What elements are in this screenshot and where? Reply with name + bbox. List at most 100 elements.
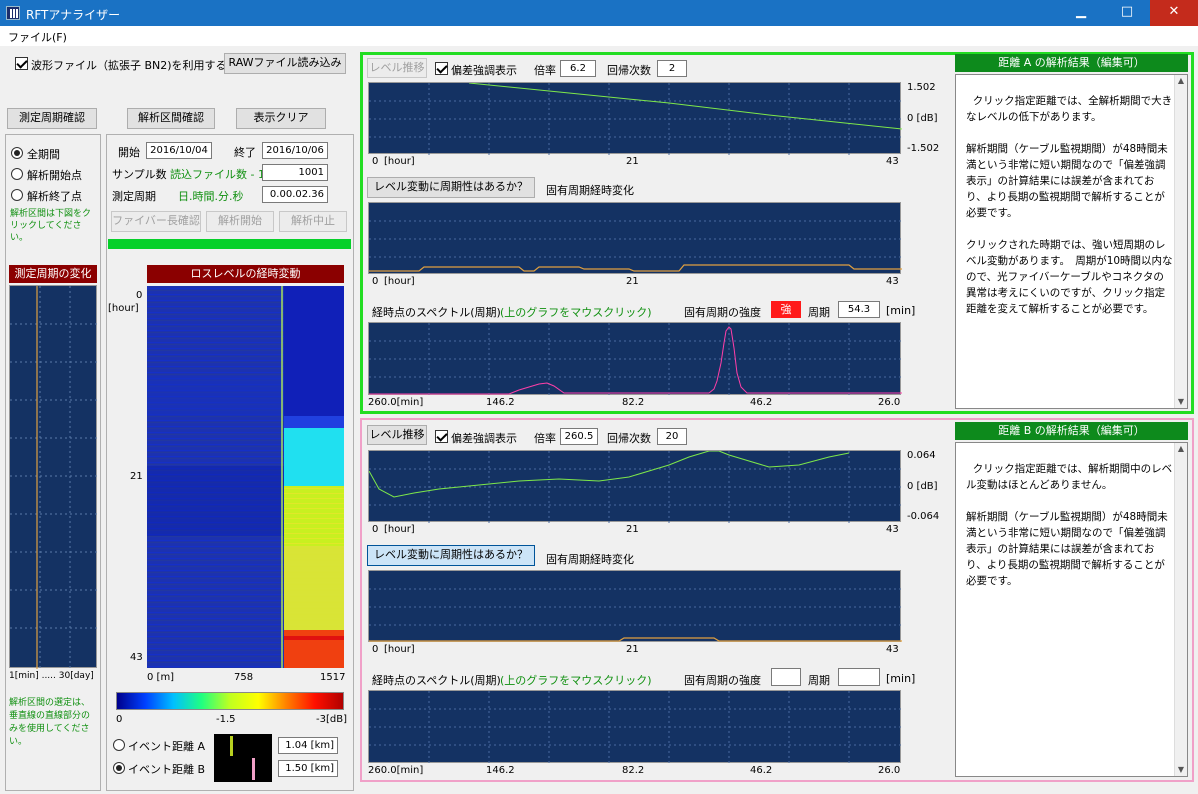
radio-start-label: 解析開始点 bbox=[27, 169, 82, 182]
a-periodic-button[interactable]: レベル変動に周期性はあるか？ bbox=[367, 177, 535, 198]
a-result-textarea[interactable]: クリック指定距離では、全解析期間で大きなレベルの低下があります。 解析期間（ケー… bbox=[955, 74, 1188, 409]
scroll-down-icon[interactable]: ▼ bbox=[1175, 396, 1187, 408]
start-date-field[interactable]: 2016/10/04 bbox=[146, 142, 212, 159]
app-icon bbox=[6, 6, 20, 20]
b-periodic-button[interactable]: レベル変動に周期性はあるか？ bbox=[367, 545, 535, 566]
event-b-value[interactable]: 1.50 [km] bbox=[278, 760, 338, 777]
a-reg-field[interactable]: 2 bbox=[657, 60, 687, 77]
b-spectrum-svg bbox=[369, 691, 902, 764]
a-spectrum-line bbox=[369, 326, 902, 395]
b-emph-label: 偏差強調表示 bbox=[451, 432, 517, 445]
b-mag-label: 倍率 bbox=[534, 432, 556, 445]
b-period-unit: [min] bbox=[886, 672, 916, 685]
heatmap-ytick-21: 21 bbox=[130, 471, 143, 482]
use-waveform-checkbox[interactable] bbox=[15, 57, 28, 70]
a-spectrum-plot[interactable] bbox=[368, 322, 902, 396]
a-spec-note: (上のグラフをマウスクリック) bbox=[500, 306, 652, 319]
analysis-confirm-button[interactable]: 解析区間確認 bbox=[127, 108, 215, 129]
a-result-scrollbar[interactable]: ▲ ▼ bbox=[1174, 75, 1187, 408]
b-strength-field[interactable] bbox=[771, 668, 801, 686]
title-bar: RFTアナライザー ▁ □ ✕ bbox=[0, 0, 1198, 26]
scroll-down-icon[interactable]: ▼ bbox=[1175, 764, 1187, 776]
b-period-field[interactable] bbox=[838, 668, 880, 686]
period-field[interactable]: 0.00.02.36 bbox=[262, 186, 328, 203]
a-spec-label: 経時点のスペクトル(周期) bbox=[372, 306, 501, 319]
a-emph-label: 偏差強調表示 bbox=[451, 64, 517, 77]
b-strength-label: 固有周期の強度 bbox=[684, 674, 761, 687]
radio-start[interactable] bbox=[11, 168, 23, 180]
cycle-header: 測定周期の変化 bbox=[9, 265, 97, 283]
progress-bar bbox=[108, 239, 351, 249]
event-a-value[interactable]: 1.04 [km] bbox=[278, 737, 338, 754]
b-xunit: [hour] bbox=[384, 524, 415, 535]
a-sx-2: 82.2 bbox=[622, 397, 645, 408]
analyze-stop-button[interactable]: 解析中止 bbox=[279, 211, 347, 232]
b-spectrum-plot[interactable] bbox=[368, 690, 902, 764]
b-mag-field[interactable]: 260.5 bbox=[560, 428, 598, 445]
a-sx-0: 260.0[min] bbox=[368, 397, 424, 408]
b-x0: 0 bbox=[372, 524, 379, 535]
b-result-text: クリック指定距離では、解析期間中のレベル変動はほとんどありません。 解析期間（ケ… bbox=[966, 463, 1173, 587]
b-reg-field[interactable]: 20 bbox=[657, 428, 687, 445]
b-result-textarea[interactable]: クリック指定距離では、解析期間中のレベル変動はほとんどありません。 解析期間（ケ… bbox=[955, 442, 1188, 777]
a-emph-checkbox[interactable] bbox=[435, 62, 448, 75]
event-preview bbox=[214, 734, 272, 782]
b-pxunit: [hour] bbox=[384, 644, 415, 655]
samples-field[interactable]: 1001 bbox=[262, 164, 328, 181]
a-x21: 21 bbox=[626, 156, 639, 167]
a-strength-badge: 強 bbox=[771, 301, 801, 318]
close-button[interactable]: ✕ bbox=[1150, 0, 1198, 26]
raw-read-button[interactable]: RAWファイル読み込み bbox=[224, 53, 346, 74]
a-mag-label: 倍率 bbox=[534, 64, 556, 77]
b-emph-checkbox[interactable] bbox=[435, 430, 448, 443]
samples-note: 読込ファイル数 - 1 bbox=[170, 168, 265, 181]
event-a-label: イベント距離 A bbox=[128, 740, 206, 753]
a-ybot: -1.502 bbox=[907, 143, 940, 154]
b-trend-plot[interactable] bbox=[368, 450, 902, 523]
a-trend-plot[interactable] bbox=[368, 82, 902, 155]
a-level-button[interactable]: レベル推移 bbox=[367, 58, 427, 78]
minimize-button[interactable]: ▁ bbox=[1058, 0, 1104, 26]
heatmap-xtick-758: 758 bbox=[234, 672, 254, 683]
cycle-plot[interactable] bbox=[9, 285, 98, 669]
scroll-up-icon[interactable]: ▲ bbox=[1175, 75, 1187, 87]
heatmap[interactable] bbox=[147, 286, 344, 668]
b-periodic-plot[interactable] bbox=[368, 570, 902, 642]
event-a-radio[interactable] bbox=[113, 739, 125, 751]
b-result-scrollbar[interactable]: ▲ ▼ bbox=[1174, 443, 1187, 776]
b-spec-note: (上のグラフをマウスクリック) bbox=[500, 674, 652, 687]
scroll-up-icon[interactable]: ▲ bbox=[1175, 443, 1187, 455]
a-ymid: 0 [dB] bbox=[907, 113, 938, 124]
radio-all[interactable] bbox=[11, 147, 23, 159]
measure-confirm-button[interactable]: 測定周期確認 bbox=[7, 108, 97, 129]
a-period-field[interactable]: 54.3 bbox=[838, 301, 880, 318]
a-xunit: [hour] bbox=[384, 156, 415, 167]
b-sx-3: 46.2 bbox=[750, 765, 773, 776]
menu-bar: ファイル(F) bbox=[0, 26, 1198, 46]
a-trend-line bbox=[468, 83, 902, 130]
selection-note: 解析区間の選定は、垂直線の直線部分のみを使用してください。 bbox=[9, 698, 91, 747]
end-date-field[interactable]: 2016/10/06 bbox=[262, 142, 328, 159]
fiber-length-button[interactable]: ファイバー長確認 bbox=[111, 211, 201, 232]
a-mag-field[interactable]: 6.2 bbox=[560, 60, 596, 77]
heatmap-ytick-43: 43 bbox=[130, 652, 143, 663]
analyze-start-button[interactable]: 解析開始 bbox=[206, 211, 274, 232]
menu-file[interactable]: ファイル(F) bbox=[8, 29, 67, 45]
a-periodic-plot[interactable] bbox=[368, 202, 902, 274]
event-a-marker bbox=[230, 736, 233, 756]
b-sx-4: 26.0 bbox=[878, 765, 901, 776]
period-note: 日.時間.分.秒 bbox=[178, 190, 244, 203]
a-reg-label: 回帰次数 bbox=[607, 64, 651, 77]
clear-button[interactable]: 表示クリア bbox=[236, 108, 326, 129]
a-px43: 43 bbox=[886, 276, 899, 287]
radio-end[interactable] bbox=[11, 189, 23, 201]
heatmap-yunit: [hour] bbox=[108, 303, 139, 314]
colorbar bbox=[116, 692, 344, 710]
event-b-radio[interactable] bbox=[113, 762, 125, 774]
cycle-range: 1[min] ..... 30[day] bbox=[9, 671, 94, 681]
b-sx-2: 82.2 bbox=[622, 765, 645, 776]
b-px0: 0 bbox=[372, 644, 379, 655]
b-level-button[interactable]: レベル推移 bbox=[367, 425, 427, 445]
maximize-button[interactable]: □ bbox=[1104, 0, 1150, 26]
period-label: 測定周期 bbox=[112, 190, 156, 203]
